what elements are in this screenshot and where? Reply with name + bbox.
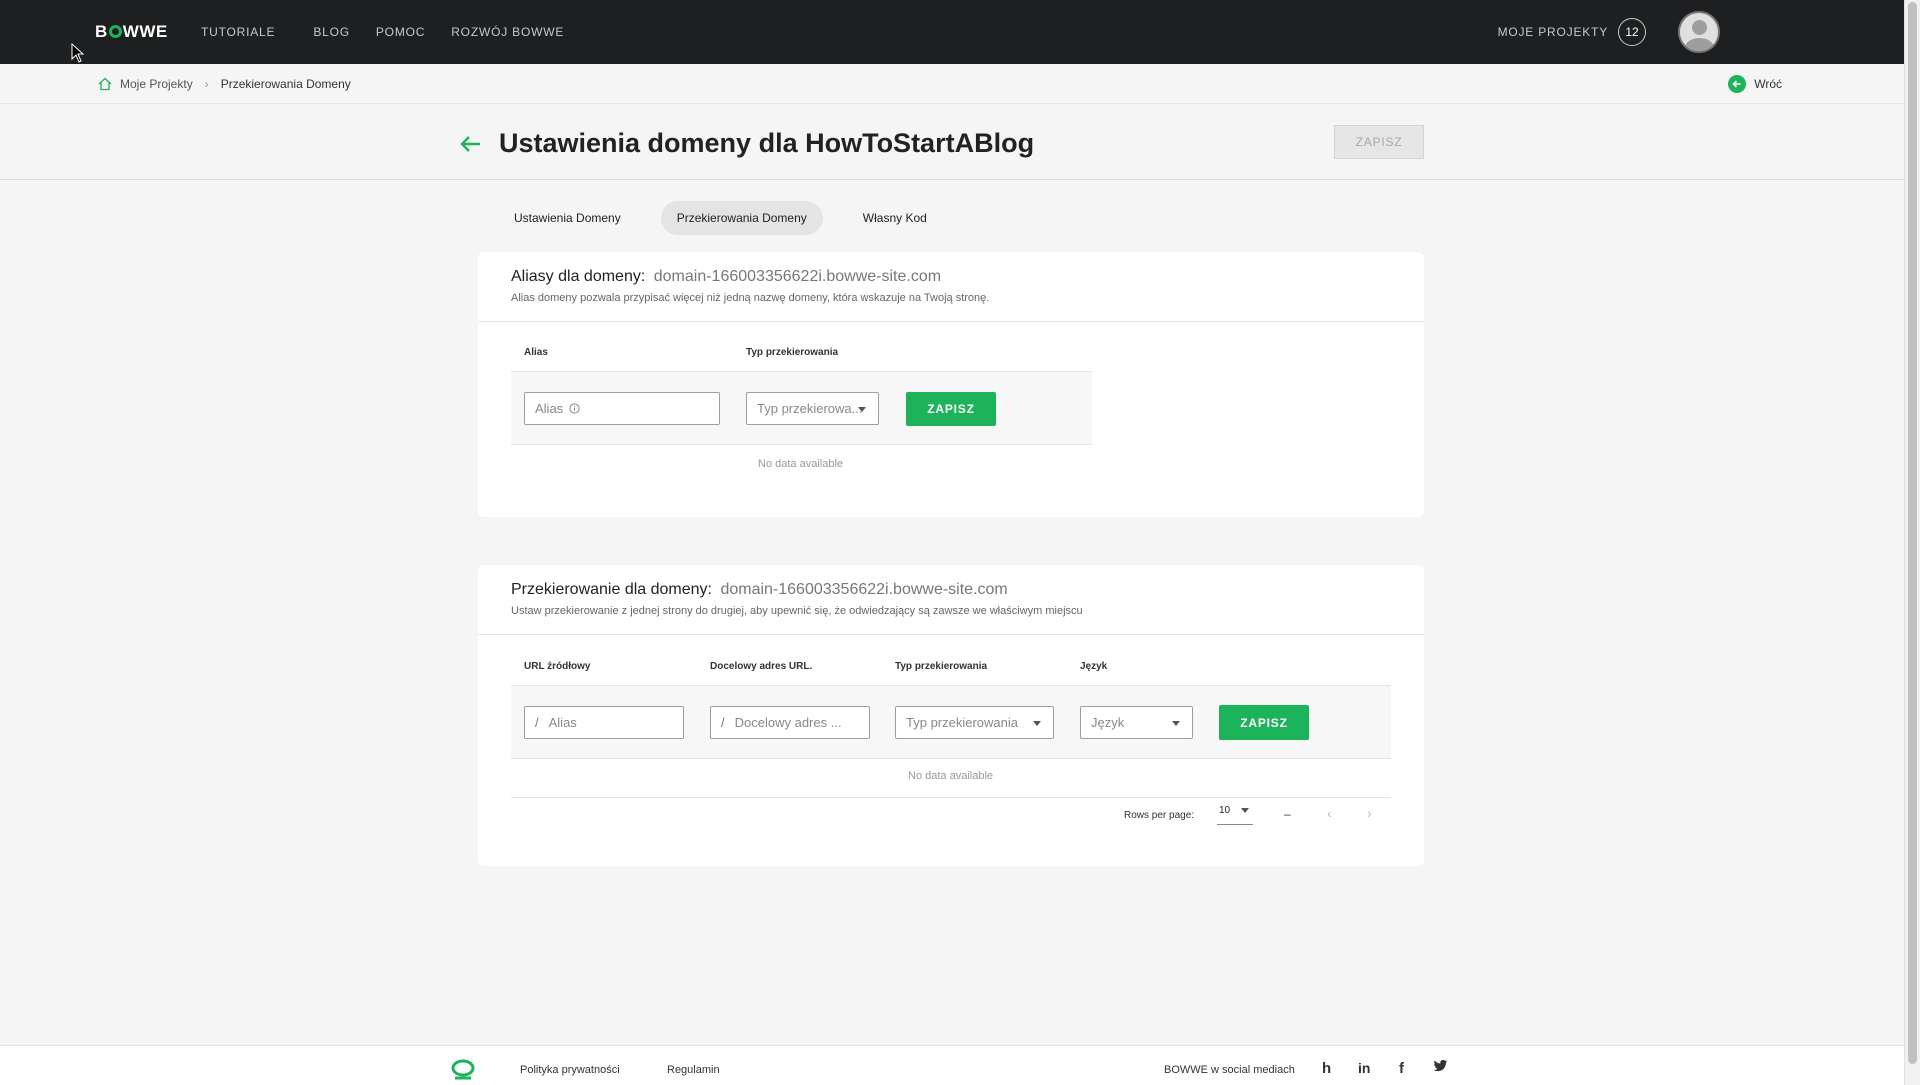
col-header-type: Typ przekierowania — [746, 347, 839, 358]
page-scrollbar[interactable] — [1904, 0, 1920, 1085]
page-range-info: – — [1284, 807, 1291, 821]
breadcrumb-current: Przekierowania Domeny — [220, 77, 351, 91]
rows-per-page-value: 10 — [1219, 805, 1231, 816]
dropdown-arrow-icon — [1172, 721, 1180, 726]
redirect-type-placeholder: Typ przekierowania — [906, 715, 1018, 730]
alias-redirect-type-select[interactable]: Typ przekierowa... — [746, 392, 879, 425]
aliases-card: Aliasy dla domeny: domain-166003356622i.… — [478, 252, 1424, 517]
slash-icon: / — [535, 715, 539, 730]
chevron-right-icon[interactable]: › — [1367, 805, 1372, 821]
redirects-no-data: No data available — [908, 770, 994, 782]
breadcrumb-home-link[interactable]: Moje Projekty — [120, 77, 193, 91]
nav-link-pomoc[interactable]: POMOC — [376, 25, 425, 39]
page-title: Ustawienia domeny dla HowToStartABlog — [499, 128, 1035, 158]
col-header-redirect-type: Typ przekierowania — [895, 661, 988, 672]
redirects-title: Przekierowanie dla domeny: domain-166003… — [511, 581, 1391, 599]
tab-domain-settings[interactable]: Ustawienia Domeny — [498, 201, 637, 235]
redirects-title-label: Przekierowanie dla domeny: — [511, 581, 712, 598]
linkedin-icon[interactable]: in — [1358, 1060, 1370, 1076]
source-url-placeholder: Alias — [548, 715, 577, 730]
dropdown-arrow-icon — [1241, 808, 1249, 813]
scrollbar-thumb[interactable] — [1908, 2, 1917, 1064]
back-link-label: Wróć — [1754, 77, 1782, 91]
mouse-cursor-icon — [71, 42, 85, 68]
footer: Polityka prywatności Regulamin BOWWE w s… — [0, 1045, 1904, 1085]
twitter-icon[interactable] — [1433, 1059, 1448, 1077]
home-icon[interactable] — [98, 77, 112, 91]
houzz-icon[interactable]: h — [1322, 1060, 1331, 1077]
alias-save-button[interactable]: ZAPISZ — [906, 392, 996, 426]
source-url-input[interactable]: / Alias — [524, 706, 684, 739]
aliases-card-header: Aliasy dla domeny: domain-166003356622i.… — [478, 252, 1424, 322]
col-header-target-url: Docelowy adres URL. — [710, 661, 813, 672]
my-projects-link[interactable]: MOJE PROJEKTY — [1498, 25, 1608, 39]
top-navbar: B WWE TUTORIALE BLOG POMOC ROZWÓJ BOWWE M… — [0, 0, 1904, 64]
target-url-placeholder: Docelowy adres ... — [734, 715, 842, 730]
tab-custom-code[interactable]: Własny Kod — [847, 201, 943, 235]
avatar-head-icon — [1692, 20, 1707, 35]
dropdown-arrow-icon — [858, 407, 866, 412]
page-header: Ustawienia domeny dla HowToStartABlog ZA… — [0, 105, 1904, 180]
alias-input[interactable]: Alias — [524, 392, 720, 425]
alias-placeholder: Alias — [535, 401, 564, 416]
nav-link-tutoriale[interactable]: TUTORIALE — [201, 25, 275, 39]
redirect-type-select[interactable]: Typ przekierowania — [895, 706, 1054, 739]
breadcrumb: Moje Projekty › Przekierowania Domeny — [98, 64, 351, 104]
aliases-domain: domain-166003356622i.bowwe-site.com — [653, 268, 942, 285]
redirects-domain: domain-166003356622i.bowwe-site.com — [720, 581, 1008, 598]
target-url-input[interactable]: / Docelowy adres ... — [710, 706, 870, 739]
nav-right: MOJE PROJEKTY 12 — [1498, 0, 1720, 64]
arrow-left-circle-icon — [1728, 75, 1747, 93]
language-select[interactable]: Język — [1080, 706, 1193, 739]
redirects-subtitle: Ustaw przekierowanie z jednej strony do … — [511, 605, 1083, 617]
slash-icon: / — [721, 715, 725, 730]
user-avatar[interactable] — [1678, 11, 1720, 53]
arrow-left-icon[interactable] — [460, 135, 482, 158]
col-header-language: Język — [1080, 661, 1108, 672]
nav-link-blog[interactable]: BLOG — [313, 25, 350, 39]
tab-domain-redirects[interactable]: Przekierowania Domeny — [660, 201, 823, 235]
social-media-label: BOWWE w social mediach — [1164, 1064, 1295, 1076]
aliases-no-data: No data available — [758, 458, 844, 470]
bowwe-logo[interactable]: B WWE — [95, 22, 168, 42]
alias-type-placeholder: Typ przekierowa... — [757, 401, 863, 416]
redirects-card-header: Przekierowanie dla domeny: domain-166003… — [478, 565, 1424, 635]
facebook-icon[interactable]: f — [1399, 1060, 1404, 1077]
col-header-source-url: URL źródłowy — [524, 661, 591, 672]
chevron-left-icon[interactable]: ‹ — [1327, 805, 1332, 821]
language-placeholder: Język — [1091, 715, 1125, 730]
redirects-card: Przekierowanie dla domeny: domain-166003… — [478, 565, 1424, 866]
breadcrumb-bar: Moje Projekty › Przekierowania Domeny Wr… — [0, 64, 1904, 104]
info-icon[interactable] — [569, 403, 580, 414]
bowwe-footer-logo-icon[interactable] — [450, 1059, 476, 1085]
rows-per-page-select[interactable]: 10 — [1217, 803, 1253, 825]
save-button-disabled[interactable]: ZAPISZ — [1334, 125, 1424, 159]
back-link[interactable]: Wróć — [1728, 64, 1782, 104]
settings-tabs: Ustawienia Domeny Przekierowania Domeny … — [498, 201, 943, 235]
redirect-save-button[interactable]: ZAPISZ — [1219, 705, 1309, 740]
main-nav: TUTORIALE BLOG POMOC ROZWÓJ BOWWE — [201, 0, 590, 64]
aliases-title: Aliasy dla domeny: domain-166003356622i.… — [511, 268, 1391, 286]
nav-link-rozwoj[interactable]: ROZWÓJ BOWWE — [451, 25, 564, 39]
rows-per-page-label: Rows per page: — [1124, 810, 1195, 821]
table-footer-divider — [511, 797, 1391, 798]
privacy-policy-link[interactable]: Polityka prywatności — [520, 1064, 620, 1076]
breadcrumb-separator-icon: › — [204, 77, 209, 91]
dropdown-arrow-icon — [1033, 721, 1041, 726]
projects-count-badge[interactable]: 12 — [1618, 18, 1646, 46]
aliases-title-label: Aliasy dla domeny: — [511, 268, 646, 285]
col-header-alias: Alias — [524, 347, 548, 358]
aliases-subtitle: Alias domeny pozwala przypisać więcej ni… — [511, 292, 990, 304]
terms-link[interactable]: Regulamin — [667, 1064, 720, 1076]
avatar-body-icon — [1685, 38, 1714, 51]
